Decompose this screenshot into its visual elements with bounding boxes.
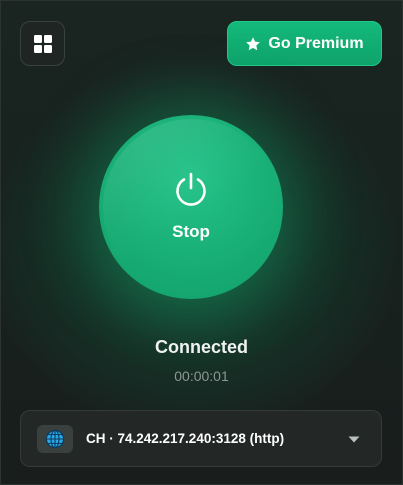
power-icon — [176, 172, 206, 206]
globe-icon — [45, 429, 65, 449]
star-icon — [245, 36, 261, 52]
globe-icon-box — [37, 425, 73, 453]
caret-down-icon[interactable] — [348, 436, 360, 443]
server-selector[interactable]: CH · 74.242.217.240:3128 (http) — [20, 410, 382, 467]
vpn-app-window: Go Premium Stop Connected 00:00:01 CH · … — [0, 0, 403, 485]
stop-label: Stop — [172, 222, 210, 241]
connection-status: Connected — [154, 337, 248, 357]
menu-button[interactable] — [20, 21, 65, 66]
stop-connection-button[interactable]: Stop — [99, 115, 283, 299]
grid-icon — [33, 34, 52, 53]
connection-timer: 00:00:01 — [174, 368, 229, 384]
server-address: CH · 74.242.217.240:3128 (http) — [86, 431, 285, 446]
go-premium-label: Go Premium — [268, 34, 364, 52]
go-premium-button[interactable]: Go Premium — [227, 21, 382, 66]
